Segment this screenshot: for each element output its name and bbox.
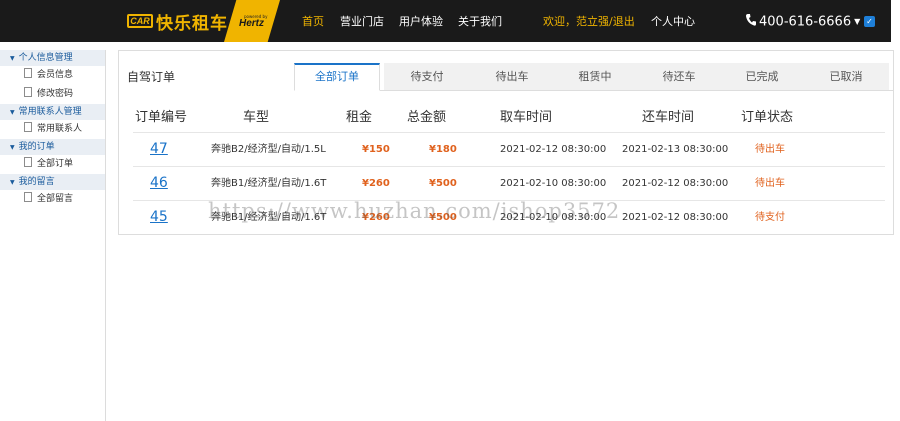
table-row: 46 奔驰B1/经济型/自动/1.6T ¥260 ¥500 2021-02-10… bbox=[133, 166, 885, 200]
triangle-down-icon: ▼ bbox=[10, 179, 15, 186]
sidebar: ▼ 个人信息管理 会员信息 修改密码 ▼ 常用联系人管理 常用联系人 ▼ 我的订单 全… bbox=[0, 50, 106, 421]
tab-pending-pickup[interactable]: 待出车 bbox=[469, 63, 555, 90]
triangle-down-icon: ▼ bbox=[10, 55, 15, 62]
sidebar-group-orders[interactable]: ▼ 我的订单 bbox=[0, 139, 105, 155]
tab-pending-return[interactable]: 待还车 bbox=[636, 63, 722, 90]
rent-amount: ¥150 bbox=[362, 144, 390, 155]
nav-about[interactable]: 关于我们 bbox=[458, 0, 502, 42]
sidebar-item-contacts[interactable]: 常用联系人 bbox=[0, 120, 105, 139]
rent-amount: ¥260 bbox=[362, 212, 390, 223]
column-header-order-id: 订单编号 bbox=[135, 110, 188, 125]
return-time: 2021-02-12 08:30:00 bbox=[622, 178, 729, 189]
rent-amount: ¥260 bbox=[362, 178, 390, 189]
table-row: 47 奔驰B2/经济型/自动/1.5L ¥150 ¥180 2021-02-12… bbox=[133, 132, 885, 166]
total-amount: ¥180 bbox=[429, 144, 457, 155]
welcome-area: 欢迎，范立强/退出 bbox=[543, 0, 635, 44]
total-amount: ¥500 bbox=[429, 212, 457, 223]
column-header-status: 订单状态 bbox=[741, 110, 794, 125]
column-header-rent: 租金 bbox=[346, 110, 373, 125]
phone-icon bbox=[746, 1, 756, 45]
sidebar-group-label: 我的留言 bbox=[18, 177, 55, 187]
triangle-down-icon: ▼ bbox=[10, 109, 15, 116]
logout-link[interactable]: 退出 bbox=[613, 15, 635, 28]
hertz-name: Hertz bbox=[239, 18, 265, 29]
sidebar-item-label: 修改密码 bbox=[37, 89, 74, 99]
return-time: 2021-02-12 08:30:00 bbox=[622, 212, 729, 223]
tab-cancelled[interactable]: 已取消 bbox=[803, 63, 889, 90]
tab-all-orders[interactable]: 全部订单 bbox=[294, 63, 380, 91]
nav-experience[interactable]: 用户体验 bbox=[399, 0, 443, 42]
hotline[interactable]: 400-616-6666 ▼ bbox=[746, 0, 860, 45]
table-row: 45 奔驰B1/经济型/自动/1.6T ¥260 ¥500 2021-02-10… bbox=[133, 200, 885, 234]
chevron-down-icon: ▼ bbox=[854, 17, 861, 26]
user-center-link[interactable]: 个人中心 bbox=[651, 0, 695, 42]
sidebar-item-label: 全部留言 bbox=[37, 194, 74, 204]
order-id-link[interactable]: 45 bbox=[150, 201, 168, 234]
top-header: CAR 快乐租车 powered by Hertz 首页 营业门店 用户体验 关… bbox=[0, 0, 891, 42]
sidebar-group-messages[interactable]: ▼ 我的留言 bbox=[0, 174, 105, 190]
order-status: 待支付 bbox=[755, 212, 785, 223]
sidebar-group-label: 我的订单 bbox=[18, 142, 55, 152]
user-name-link[interactable]: 范立强 bbox=[576, 15, 609, 28]
car-model: 奔驰B2/经济型/自动/1.5L bbox=[211, 144, 326, 155]
column-header-car-model: 车型 bbox=[243, 110, 270, 125]
sidebar-group-profile[interactable]: ▼ 个人信息管理 bbox=[0, 50, 105, 66]
sidebar-item-label: 会员信息 bbox=[37, 70, 74, 80]
column-header-return-time: 还车时间 bbox=[642, 110, 695, 125]
order-status: 待出车 bbox=[755, 178, 785, 189]
sidebar-item-label: 全部订单 bbox=[37, 159, 74, 169]
orders-panel: 自驾订单 全部订单 待支付 待出车 租赁中 待还车 已完成 已取消 订单编号 车… bbox=[118, 50, 894, 235]
column-header-total: 总金额 bbox=[407, 110, 447, 125]
nav-stores[interactable]: 营业门店 bbox=[340, 0, 384, 42]
pickup-time: 2021-02-10 08:30:00 bbox=[500, 178, 607, 189]
sidebar-group-label: 个人信息管理 bbox=[18, 53, 73, 63]
car-model: 奔驰B1/经济型/自动/1.6T bbox=[211, 178, 327, 189]
document-icon bbox=[24, 157, 32, 167]
order-id-link[interactable]: 47 bbox=[150, 133, 168, 166]
page-title: 自驾订单 bbox=[127, 70, 176, 84]
sidebar-item-member-info[interactable]: 会员信息 bbox=[0, 66, 105, 85]
nav-home[interactable]: 首页 bbox=[302, 0, 324, 42]
document-icon bbox=[24, 122, 32, 132]
logo-text: 快乐租车 bbox=[156, 13, 228, 34]
pickup-time: 2021-02-10 08:30:00 bbox=[500, 212, 607, 223]
hertz-partner-logo: powered by Hertz bbox=[224, 0, 280, 42]
sidebar-item-label: 常用联系人 bbox=[37, 124, 83, 134]
document-icon bbox=[24, 192, 32, 202]
sidebar-item-change-password[interactable]: 修改密码 bbox=[0, 85, 105, 104]
order-status: 待出车 bbox=[755, 144, 785, 155]
sidebar-item-all-orders[interactable]: 全部订单 bbox=[0, 155, 105, 174]
welcome-prefix: 欢迎， bbox=[543, 15, 576, 28]
sidebar-group-label: 常用联系人管理 bbox=[18, 107, 82, 117]
sidebar-item-all-messages[interactable]: 全部留言 bbox=[0, 190, 105, 209]
return-time: 2021-02-13 08:30:00 bbox=[622, 144, 729, 155]
triangle-down-icon: ▼ bbox=[10, 144, 15, 151]
logo-car-mark: CAR bbox=[127, 14, 153, 28]
pickup-time: 2021-02-12 08:30:00 bbox=[500, 144, 607, 155]
column-header-pickup-time: 取车时间 bbox=[500, 110, 553, 125]
tab-pending-payment[interactable]: 待支付 bbox=[384, 63, 470, 90]
total-amount: ¥500 bbox=[429, 178, 457, 189]
order-id-link[interactable]: 46 bbox=[150, 167, 168, 200]
site-logo[interactable]: CAR 快乐租车 bbox=[127, 8, 228, 34]
document-icon bbox=[24, 87, 32, 97]
car-model: 奔驰B1/经济型/自动/1.6T bbox=[211, 212, 327, 223]
tab-completed[interactable]: 已完成 bbox=[719, 63, 805, 90]
phone-number: 400-616-6666 bbox=[759, 14, 852, 30]
document-icon bbox=[24, 68, 32, 78]
checkbox-icon[interactable]: ✓ bbox=[864, 16, 875, 27]
tab-renting[interactable]: 租赁中 bbox=[552, 63, 638, 90]
tab-bar-divider bbox=[294, 90, 894, 91]
sidebar-group-contacts[interactable]: ▼ 常用联系人管理 bbox=[0, 104, 105, 120]
